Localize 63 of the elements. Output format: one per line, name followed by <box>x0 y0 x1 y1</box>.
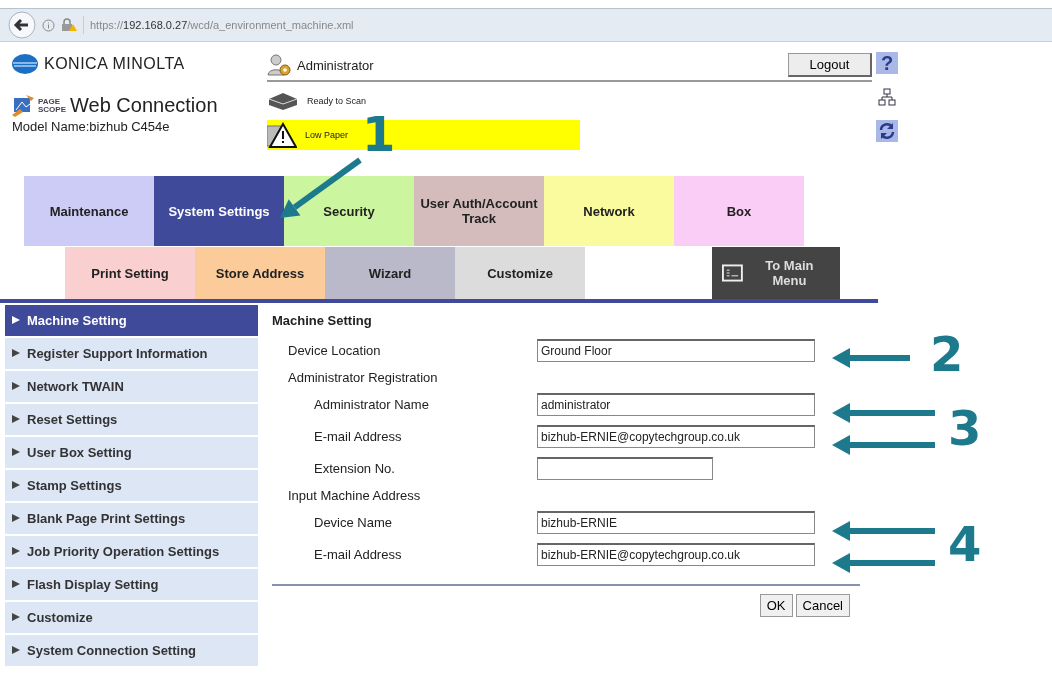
product-mark: PAGE SCOPE <box>38 97 66 114</box>
sidebar-item[interactable]: Register Support Information <box>5 338 258 369</box>
callout-number: 4 <box>948 520 982 568</box>
sidebar-item[interactable]: User Box Setting <box>5 437 258 468</box>
sidebar-item[interactable]: Blank Page Print Settings <box>5 503 258 534</box>
pagescope-logo-icon <box>12 94 34 117</box>
warning-icon <box>267 122 297 148</box>
input-field[interactable]: Ground Floor <box>537 338 815 362</box>
nav-tab[interactable]: Box <box>674 176 804 246</box>
brand-name: KONICA MINOLTA <box>44 55 185 73</box>
input-field[interactable]: administrator <box>537 392 815 416</box>
nav-tab[interactable]: Maintenance <box>24 176 154 246</box>
refresh-icon[interactable] <box>876 120 898 142</box>
field-label: Device Name <box>314 514 393 530</box>
network-icon[interactable] <box>878 88 896 106</box>
sidebar-item[interactable]: Stamp Settings <box>5 470 258 501</box>
callout-number: 1 <box>362 110 396 158</box>
nav-tab[interactable]: Security <box>284 176 414 246</box>
sidebar-item[interactable]: Network TWAIN <box>5 371 258 402</box>
back-icon[interactable] <box>8 11 36 39</box>
input-field[interactable]: bizhub-ERNIE@copytechgroup.co.uk <box>537 542 815 566</box>
url-text[interactable]: https://192.168.0.27/wcd/a_environment_machine.xml <box>90 19 354 31</box>
field-label: Administrator Name <box>314 396 429 412</box>
form-button[interactable]: Cancel <box>795 594 850 617</box>
field-label: E-mail Address <box>314 546 402 562</box>
scanner-icon <box>267 91 299 111</box>
input-field[interactable]: bizhub-ERNIE@copytechgroup.co.uk <box>537 424 815 448</box>
main-menu-button[interactable]: To Main Menu <box>712 247 840 299</box>
callout-number: 2 <box>930 330 964 378</box>
globe-logo-icon <box>12 54 38 74</box>
sidebar-item[interactable]: System Connection Setting <box>5 635 258 666</box>
form-button[interactable]: OK <box>759 594 793 617</box>
section-title: Machine Setting <box>272 313 373 328</box>
field-label: E-mail Address <box>314 428 402 444</box>
sidebar-item[interactable]: Reset Settings <box>5 404 258 435</box>
help-button[interactable]: ? <box>876 52 898 74</box>
field-label: Device Location <box>288 342 381 358</box>
nav-tab[interactable]: Store Address <box>195 247 325 299</box>
product-name: Web Connection <box>70 94 218 117</box>
logout-button[interactable]: Logout <box>788 53 872 77</box>
sidebar-item[interactable]: Flash Display Setting <box>5 569 258 600</box>
user-gear-icon <box>267 53 291 77</box>
input-field[interactable] <box>537 456 713 480</box>
nav-tab[interactable]: System Settings <box>154 176 284 246</box>
status-text: Low Paper <box>305 130 349 140</box>
status-text: Ready to Scan <box>307 96 367 106</box>
group-label: Input Machine Address <box>288 487 421 503</box>
sidebar-item[interactable]: Job Priority Operation Settings <box>5 536 258 567</box>
model-name: Model Name:bizhub C454e <box>12 119 171 134</box>
lock-icon[interactable] <box>61 18 77 32</box>
screen-icon <box>722 264 743 282</box>
input-field[interactable]: bizhub-ERNIE <box>537 510 815 534</box>
callout-number: 3 <box>948 404 982 452</box>
group-label: Administrator Registration <box>288 369 438 385</box>
sidebar-item[interactable]: Customize <box>5 602 258 633</box>
nav-tab[interactable]: Network <box>544 176 674 246</box>
nav-tab[interactable]: Wizard <box>325 247 455 299</box>
nav-tab[interactable]: User Auth/Account Track <box>414 176 544 246</box>
sidebar-item[interactable]: Machine Setting <box>5 305 258 336</box>
user-name: Administrator <box>297 57 375 73</box>
nav-tab[interactable]: Print Setting <box>65 247 195 299</box>
field-label: Extension No. <box>314 460 395 476</box>
nav-tab[interactable]: Customize <box>455 247 585 299</box>
